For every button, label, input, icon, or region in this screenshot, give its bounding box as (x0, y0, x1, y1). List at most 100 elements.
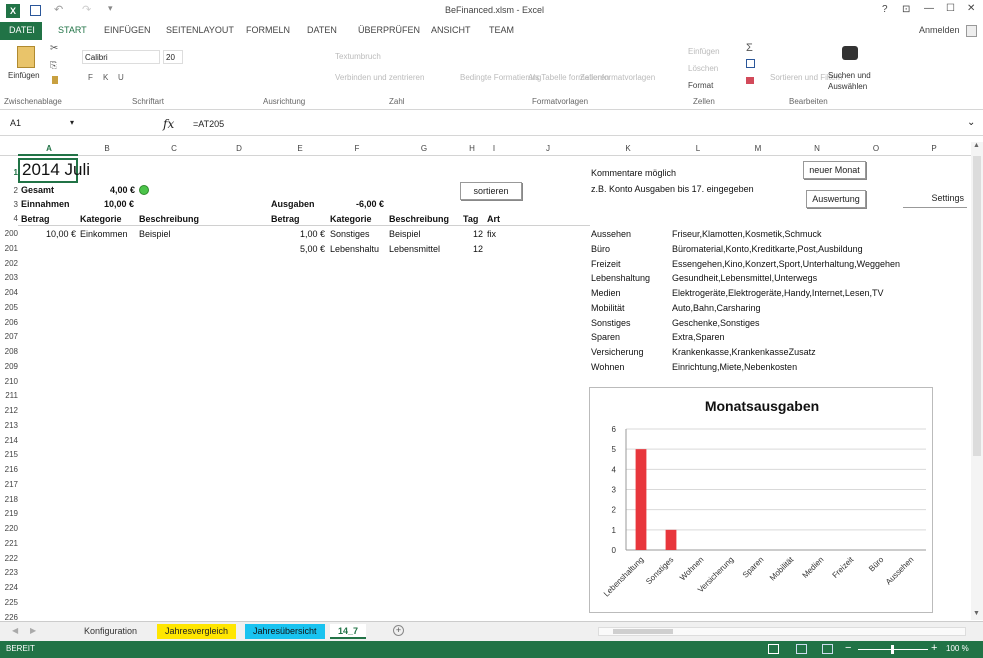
help-icon[interactable]: ? (882, 4, 888, 15)
einnahmen-label[interactable]: Einnahmen (21, 199, 70, 209)
category-name[interactable]: Freizeit (591, 259, 621, 269)
page-layout-icon[interactable] (796, 644, 807, 654)
vertical-scrollbar[interactable]: ▲ ▼ (971, 142, 983, 620)
sheet-tab-14-7[interactable]: 14_7 (330, 624, 367, 639)
ausgaben-value[interactable]: -6,00 € (356, 199, 384, 209)
month-title[interactable]: 2014 Juli (22, 160, 90, 180)
underline-button[interactable]: U (118, 73, 124, 82)
delete-cells-button[interactable]: Löschen (688, 64, 718, 73)
header-art[interactable]: Art (487, 214, 500, 224)
zoom-level[interactable]: 100 % (946, 644, 969, 653)
expense-tag[interactable]: 12 (473, 229, 483, 239)
zoom-out-icon[interactable]: − (845, 642, 851, 654)
expense-betrag[interactable]: 1,00 € (300, 229, 325, 239)
header-betrag-out[interactable]: Betrag (271, 214, 300, 224)
fill-icon[interactable] (746, 59, 755, 68)
row-number[interactable]: 203 (0, 273, 18, 282)
format-painter-icon[interactable] (52, 76, 58, 84)
category-items[interactable]: Einrichtung,Miete,Nebenkosten (672, 362, 797, 372)
category-name[interactable]: Mobilität (591, 303, 625, 313)
category-name[interactable]: Medien (591, 288, 621, 298)
maximize-icon[interactable]: ☐ (946, 3, 955, 14)
expense-kategorie[interactable]: Sonstiges (330, 229, 370, 239)
category-items[interactable]: Geschenke,Sonstiges (672, 318, 760, 328)
gesamt-value[interactable]: 4,00 € (110, 185, 135, 195)
einnahmen-value[interactable]: 10,00 € (104, 199, 134, 209)
income-beschreibung[interactable]: Beispiel (139, 229, 171, 239)
tab-seitenlayout[interactable]: SEITENLAYOUT (166, 25, 234, 35)
row-number[interactable]: 1 (0, 168, 18, 177)
scroll-up-icon[interactable]: ▲ (973, 142, 980, 149)
category-name[interactable]: Sonstiges (591, 318, 631, 328)
category-items[interactable]: Büromaterial,Konto,Kreditkarte,Post,Ausb… (672, 244, 863, 254)
formula-input[interactable]: =AT205 (193, 119, 224, 129)
italic-button[interactable]: K (103, 73, 108, 82)
wrap-text-button[interactable]: Textumbruch (335, 52, 381, 61)
find-select-button-line2[interactable]: Auswählen (828, 82, 867, 91)
row-number[interactable]: 223 (0, 568, 18, 577)
col-o[interactable]: O (866, 144, 886, 153)
name-box[interactable]: A1 ▾ (4, 118, 76, 132)
category-name[interactable]: Lebenshaltung (591, 273, 650, 283)
tab-team[interactable]: TEAM (489, 25, 514, 35)
paste-icon[interactable] (17, 46, 35, 68)
row-number[interactable]: 214 (0, 436, 18, 445)
row-number[interactable]: 222 (0, 554, 18, 563)
bold-button[interactable]: F (88, 73, 93, 82)
close-icon[interactable]: ✕ (967, 3, 975, 14)
col-d[interactable]: D (229, 144, 249, 153)
scroll-thumb[interactable] (973, 156, 981, 456)
category-items[interactable]: Gesundheit,Lebensmittel,Unterwegs (672, 273, 817, 283)
expense-art[interactable]: fix (487, 229, 496, 239)
header-tag[interactable]: Tag (463, 214, 478, 224)
fx-icon[interactable]: fx (163, 117, 174, 131)
tab-formeln[interactable]: FORMELN (246, 25, 290, 35)
row-number[interactable]: 4 (0, 214, 18, 223)
row-number[interactable]: 225 (0, 598, 18, 607)
expense-kategorie[interactable]: Lebenshaltu (330, 244, 379, 254)
col-h[interactable]: H (462, 144, 482, 153)
insert-cells-button[interactable]: Einfügen (688, 47, 720, 56)
row-number[interactable]: 215 (0, 450, 18, 459)
header-kategorie[interactable]: Kategorie (80, 214, 122, 224)
quick-access-dropdown-icon[interactable]: ▾ (108, 3, 113, 14)
tab-daten[interactable]: DATEN (307, 25, 337, 35)
tab-einfuegen[interactable]: EINFÜGEN (104, 25, 151, 35)
col-g[interactable]: G (414, 144, 434, 153)
row-number[interactable]: 206 (0, 318, 18, 327)
row-number[interactable]: 200 (0, 229, 18, 238)
cut-icon[interactable]: ✂ (50, 43, 58, 54)
new-month-button[interactable]: neuer Monat (803, 161, 866, 179)
tab-ueberpruefen[interactable]: ÜBERPRÜFEN (358, 25, 420, 35)
row-number[interactable]: 219 (0, 509, 18, 518)
format-cells-button[interactable]: Format (688, 81, 713, 90)
sort-button[interactable]: sortieren (460, 182, 522, 200)
expand-formula-icon[interactable]: ⌄ (967, 117, 975, 128)
row-number[interactable]: 207 (0, 332, 18, 341)
next-sheet-icon[interactable]: ▶ (30, 626, 36, 635)
page-break-icon[interactable] (822, 644, 833, 654)
col-l[interactable]: L (688, 144, 708, 153)
tab-datei-label[interactable]: DATEI (9, 25, 35, 35)
binoculars-icon[interactable] (842, 46, 858, 60)
merge-center-button[interactable]: Verbinden und zentrieren (335, 73, 424, 82)
header-beschreibung[interactable]: Beschreibung (139, 214, 199, 224)
category-items[interactable]: Essengehen,Kino,Konzert,Sport,Unterhaltu… (672, 259, 900, 269)
row-number[interactable]: 205 (0, 303, 18, 312)
row-number[interactable]: 3 (0, 200, 18, 209)
row-number[interactable]: 202 (0, 259, 18, 268)
minimize-icon[interactable]: — (924, 3, 934, 14)
sheet-tab-konfiguration[interactable]: Konfiguration (76, 624, 146, 639)
zoom-in-icon[interactable]: + (931, 642, 937, 654)
prev-sheet-icon[interactable]: ◀ (12, 626, 18, 635)
gesamt-label[interactable]: Gesamt (21, 185, 54, 195)
income-betrag[interactable]: 10,00 € (46, 229, 76, 239)
copy-icon[interactable]: ⎘ (50, 60, 57, 71)
category-items[interactable]: Elektrogeräte,Elektrogeräte,Handy,Intern… (672, 288, 883, 298)
category-items[interactable]: Extra,Sparen (672, 332, 725, 342)
header-beschreibung-out[interactable]: Beschreibung (389, 214, 449, 224)
autosum-icon[interactable]: Σ (746, 42, 753, 54)
col-b[interactable]: B (97, 144, 117, 153)
col-f[interactable]: F (347, 144, 367, 153)
category-name[interactable]: Aussehen (591, 229, 631, 239)
